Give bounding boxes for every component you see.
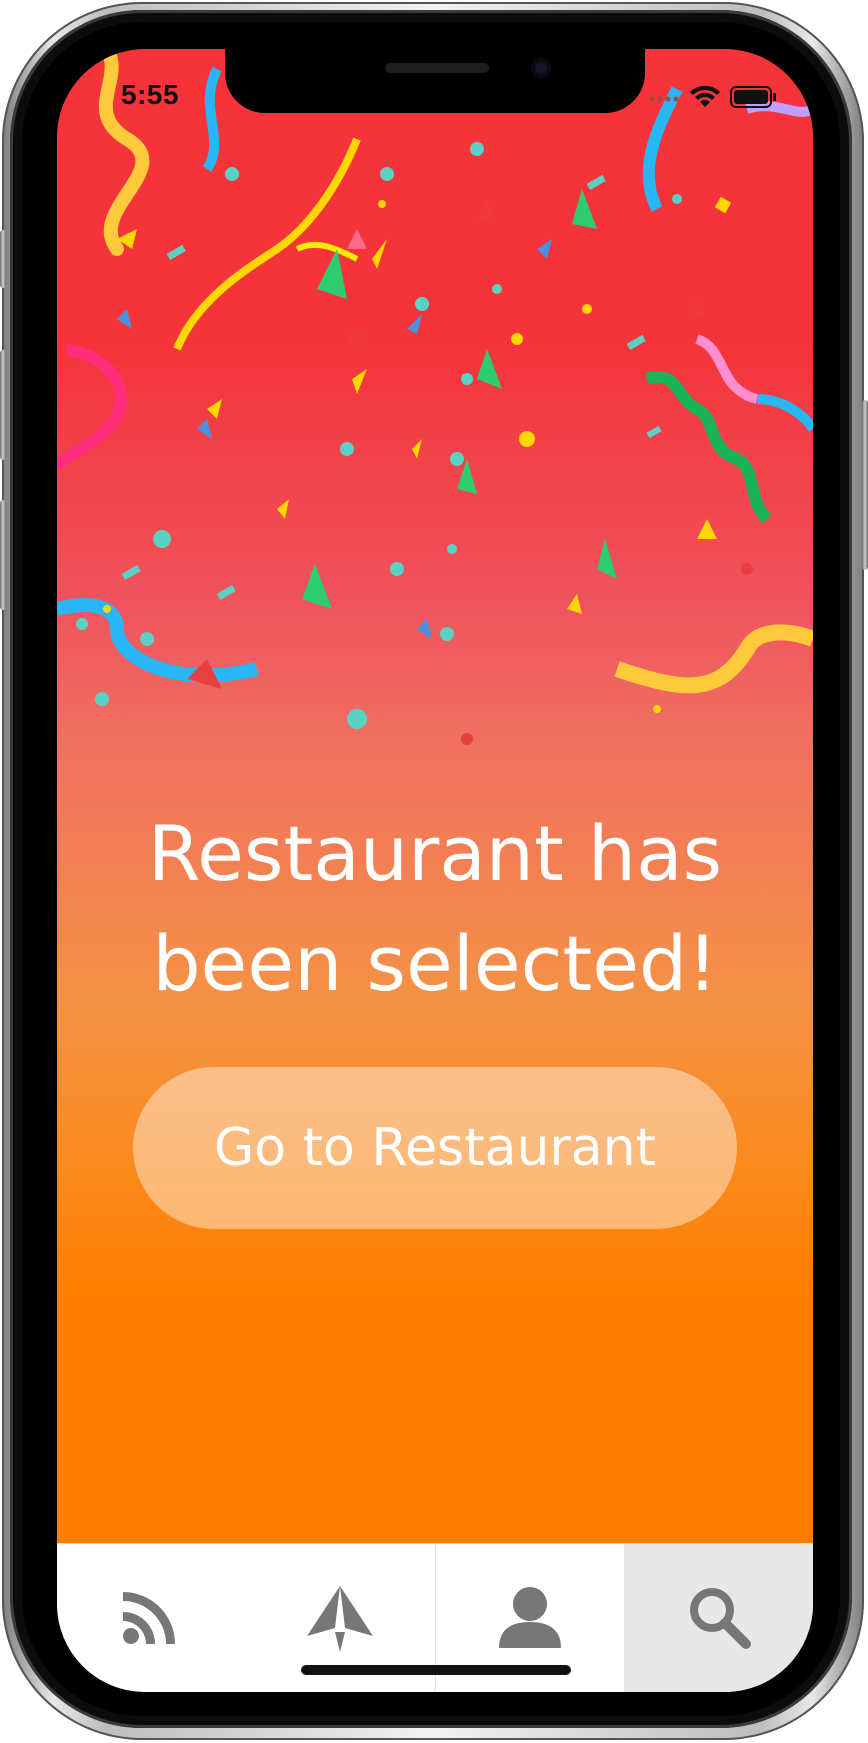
headline-line-1: Restaurant has (147, 809, 723, 898)
front-camera (531, 58, 551, 78)
send-icon (307, 1586, 374, 1652)
confetti-illustration (57, 49, 813, 745)
headline-line-2: been selected! (152, 919, 718, 1008)
selection-headline: Restaurant has been selected! (121, 799, 749, 1019)
tab-search[interactable] (624, 1544, 813, 1692)
volume-down-button (0, 500, 6, 610)
status-time: 5:55 (121, 79, 180, 110)
status-icons (649, 85, 776, 108)
speaker-grille (385, 63, 489, 73)
power-button (862, 400, 868, 570)
signal-dots-icon (649, 96, 679, 102)
home-indicator[interactable] (301, 1665, 571, 1675)
app-screen: 5:55 Restaurant has been selected! Go to… (57, 49, 813, 1692)
battery-icon (730, 86, 776, 108)
feed-icon (123, 1592, 176, 1644)
search-icon (689, 1588, 751, 1649)
profile-icon (498, 1587, 561, 1648)
wifi-icon (690, 85, 720, 107)
volume-up-button (0, 350, 6, 460)
notch (225, 49, 645, 113)
mute-switch (0, 230, 6, 288)
tab-feed[interactable] (57, 1544, 246, 1692)
go-to-restaurant-button[interactable]: Go to Restaurant (133, 1067, 737, 1229)
